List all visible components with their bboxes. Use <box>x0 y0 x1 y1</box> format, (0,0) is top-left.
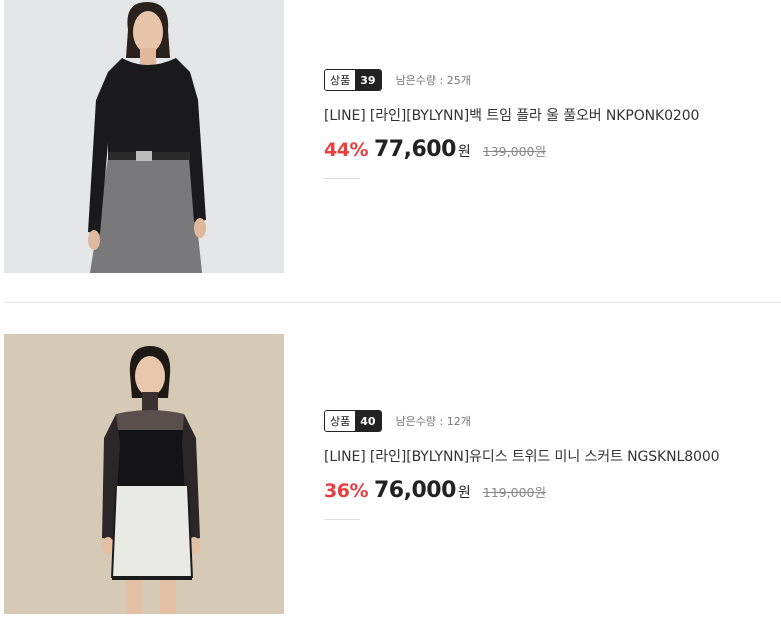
price-row: 36% 76,000 원 119,000원 <box>324 478 719 503</box>
badge-label: 상품 <box>325 70 356 90</box>
product-image[interactable] <box>4 334 284 614</box>
product-badge: 상품 39 <box>324 69 382 91</box>
product-image[interactable] <box>4 0 284 273</box>
stock-remaining: 남은수량 : 12개 <box>395 415 471 428</box>
product-list: 상품 39 남은수량 : 25개 [LINE] [라인][BYLYNN]백 트임… <box>0 0 781 619</box>
product-info: 상품 39 남은수량 : 25개 [LINE] [라인][BYLYNN]백 트임… <box>324 68 699 179</box>
product-title[interactable]: [LINE] [라인][BYLYNN]유디스 트위드 미니 스커트 NGSKNL… <box>324 446 720 466</box>
badge-number: 39 <box>355 70 381 90</box>
currency-unit: 원 <box>457 485 471 501</box>
product-item[interactable]: 상품 39 남은수량 : 25개 [LINE] [라인][BYLYNN]백 트임… <box>0 0 781 303</box>
badge-label: 상품 <box>325 411 356 431</box>
badge-number: 40 <box>355 411 381 431</box>
product-info: 상품 40 남은수량 : 12개 [LINE] [라인][BYLYNN]유디스 … <box>324 409 720 520</box>
original-price: 139,000원 <box>482 144 546 159</box>
original-price: 119,000원 <box>482 485 546 500</box>
price-row: 44% 77,600 원 139,000원 <box>324 137 699 162</box>
currency-unit: 원 <box>457 144 471 160</box>
divider-line <box>324 519 360 520</box>
product-badge: 상품 40 <box>324 410 382 432</box>
model-photo-tweed-skirt <box>4 334 284 614</box>
product-meta: 상품 40 남은수량 : 12개 <box>324 409 719 433</box>
stock-remaining: 남은수량 : 25개 <box>395 74 471 87</box>
divider-line <box>324 178 360 179</box>
discount-rate: 36% <box>324 480 368 502</box>
sale-price: 76,000 <box>373 478 456 503</box>
product-title[interactable]: [LINE] [라인][BYLYNN]백 트임 플라 울 풀오버 NKPONK0… <box>324 105 699 125</box>
discount-rate: 44% <box>324 139 368 161</box>
product-meta: 상품 39 남은수량 : 25개 <box>324 68 699 92</box>
model-photo-knit-pullover <box>4 0 284 273</box>
sale-price: 77,600 <box>373 137 456 162</box>
product-item[interactable]: 상품 40 남은수량 : 12개 [LINE] [라인][BYLYNN]유디스 … <box>0 303 781 619</box>
